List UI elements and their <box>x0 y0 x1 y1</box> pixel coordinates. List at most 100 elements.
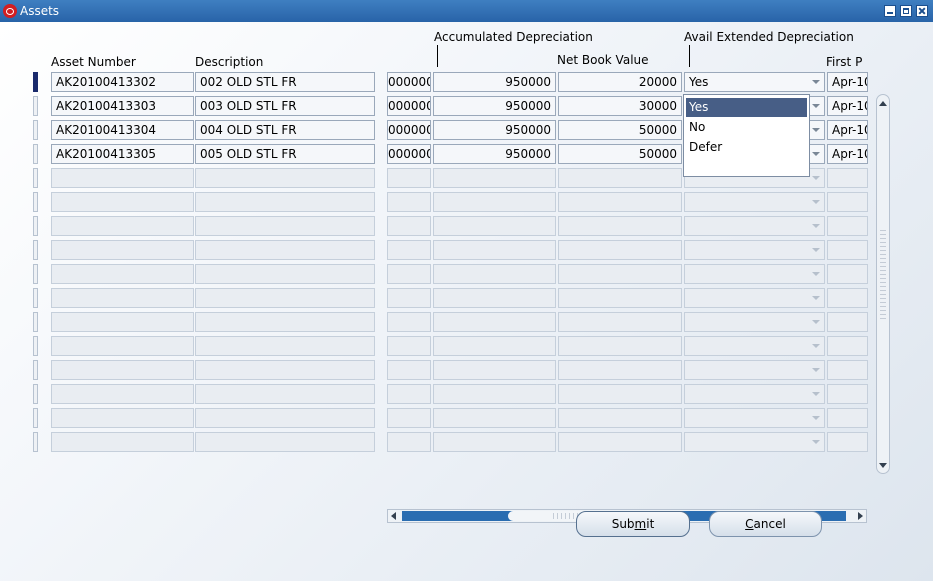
row-indicator[interactable] <box>33 360 38 380</box>
minimize-icon[interactable] <box>884 5 896 17</box>
asset-number-field[interactable] <box>51 360 194 380</box>
dropdown-arrow-icon[interactable] <box>812 80 820 84</box>
cost-field[interactable]: 000000 <box>387 120 431 140</box>
dropdown-arrow-icon[interactable] <box>812 176 820 180</box>
cost-field[interactable] <box>387 216 431 236</box>
avail-extended-depreciation-select[interactable] <box>684 360 825 380</box>
scroll-down-icon[interactable] <box>879 463 887 468</box>
avail-extended-depreciation-select[interactable] <box>684 312 825 332</box>
first-period-field[interactable]: Apr-10 <box>827 144 868 164</box>
net-book-value-field[interactable] <box>558 264 682 284</box>
title-bar[interactable]: Assets <box>0 0 933 22</box>
description-field[interactable] <box>195 288 375 308</box>
submit-button[interactable]: Submit <box>576 511 690 537</box>
description-field[interactable] <box>195 384 375 404</box>
first-period-field[interactable] <box>827 360 868 380</box>
cost-field[interactable]: 000000 <box>387 96 431 116</box>
cost-field[interactable] <box>387 384 431 404</box>
dropdown-arrow-icon[interactable] <box>812 440 820 444</box>
dropdown-arrow-icon[interactable] <box>812 152 820 156</box>
dropdown-arrow-icon[interactable] <box>812 200 820 204</box>
row-indicator[interactable] <box>33 216 38 236</box>
row-indicator[interactable] <box>33 120 38 140</box>
description-field[interactable] <box>195 240 375 260</box>
description-field[interactable] <box>195 192 375 212</box>
dropdown-arrow-icon[interactable] <box>812 128 820 132</box>
avail-extended-dropdown-list[interactable]: Yes No Defer <box>683 94 810 177</box>
cost-field[interactable]: 000000 <box>387 144 431 164</box>
description-field[interactable] <box>195 264 375 284</box>
avail-extended-depreciation-select[interactable]: Yes <box>684 72 825 92</box>
row-indicator[interactable] <box>33 240 38 260</box>
description-field[interactable]: 005 OLD STL FR <box>195 144 375 164</box>
dropdown-option[interactable]: Defer <box>686 138 807 157</box>
description-field[interactable] <box>195 312 375 332</box>
asset-number-field[interactable] <box>51 264 194 284</box>
description-field[interactable]: 004 OLD STL FR <box>195 120 375 140</box>
net-book-value-field[interactable] <box>558 168 682 188</box>
row-indicator[interactable] <box>33 192 38 212</box>
dropdown-arrow-icon[interactable] <box>812 416 820 420</box>
scroll-thumb-grip[interactable] <box>880 230 886 320</box>
cost-field[interactable] <box>387 408 431 428</box>
net-book-value-field[interactable] <box>558 216 682 236</box>
description-field[interactable]: 002 OLD STL FR <box>195 72 375 92</box>
maximize-icon[interactable] <box>900 5 912 17</box>
net-book-value-field[interactable] <box>558 384 682 404</box>
first-period-field[interactable] <box>827 432 868 452</box>
asset-number-field[interactable] <box>51 312 194 332</box>
first-period-field[interactable] <box>827 408 868 428</box>
accumulated-depreciation-field[interactable] <box>433 288 556 308</box>
accumulated-depreciation-field[interactable] <box>433 408 556 428</box>
row-indicator[interactable] <box>33 312 38 332</box>
dropdown-arrow-icon[interactable] <box>812 272 820 276</box>
net-book-value-field[interactable] <box>558 360 682 380</box>
first-period-field[interactable] <box>827 216 868 236</box>
dropdown-arrow-icon[interactable] <box>812 224 820 228</box>
asset-number-field[interactable] <box>51 192 194 212</box>
net-book-value-field[interactable]: 50000 <box>558 144 682 164</box>
accumulated-depreciation-field[interactable] <box>433 192 556 212</box>
asset-number-field[interactable] <box>51 288 194 308</box>
asset-number-field[interactable]: AK20100413302 <box>51 72 194 92</box>
asset-number-field[interactable] <box>51 336 194 356</box>
row-indicator[interactable] <box>33 96 38 116</box>
row-indicator[interactable] <box>33 432 38 452</box>
first-period-field[interactable]: Apr-10 <box>827 96 868 116</box>
scroll-right-icon[interactable] <box>858 512 863 520</box>
row-indicator[interactable] <box>33 264 38 284</box>
avail-extended-depreciation-select[interactable] <box>684 288 825 308</box>
close-icon[interactable] <box>916 5 928 17</box>
net-book-value-field[interactable]: 30000 <box>558 96 682 116</box>
description-field[interactable] <box>195 168 375 188</box>
cost-field[interactable] <box>387 288 431 308</box>
net-book-value-field[interactable] <box>558 336 682 356</box>
dropdown-arrow-icon[interactable] <box>812 248 820 252</box>
first-period-field[interactable]: Apr-10 <box>827 72 868 92</box>
cost-field[interactable] <box>387 264 431 284</box>
asset-number-field[interactable] <box>51 216 194 236</box>
row-indicator[interactable] <box>33 336 38 356</box>
first-period-field[interactable] <box>827 384 868 404</box>
description-field[interactable] <box>195 216 375 236</box>
first-period-field[interactable] <box>827 288 868 308</box>
net-book-value-field[interactable] <box>558 240 682 260</box>
first-period-field[interactable] <box>827 168 868 188</box>
accumulated-depreciation-field[interactable] <box>433 432 556 452</box>
row-indicator[interactable] <box>33 384 38 404</box>
accumulated-depreciation-field[interactable]: 950000 <box>433 144 556 164</box>
net-book-value-field[interactable]: 50000 <box>558 120 682 140</box>
net-book-value-field[interactable] <box>558 408 682 428</box>
description-field[interactable] <box>195 408 375 428</box>
first-period-field[interactable] <box>827 312 868 332</box>
dropdown-option[interactable]: Yes <box>686 98 807 117</box>
avail-extended-depreciation-select[interactable] <box>684 264 825 284</box>
accumulated-depreciation-field[interactable] <box>433 384 556 404</box>
accumulated-depreciation-field[interactable]: 950000 <box>433 72 556 92</box>
accumulated-depreciation-field[interactable]: 950000 <box>433 120 556 140</box>
avail-extended-depreciation-select[interactable] <box>684 432 825 452</box>
first-period-field[interactable] <box>827 192 868 212</box>
accumulated-depreciation-field[interactable]: 950000 <box>433 96 556 116</box>
vertical-scrollbar[interactable] <box>876 94 890 474</box>
accumulated-depreciation-field[interactable] <box>433 312 556 332</box>
